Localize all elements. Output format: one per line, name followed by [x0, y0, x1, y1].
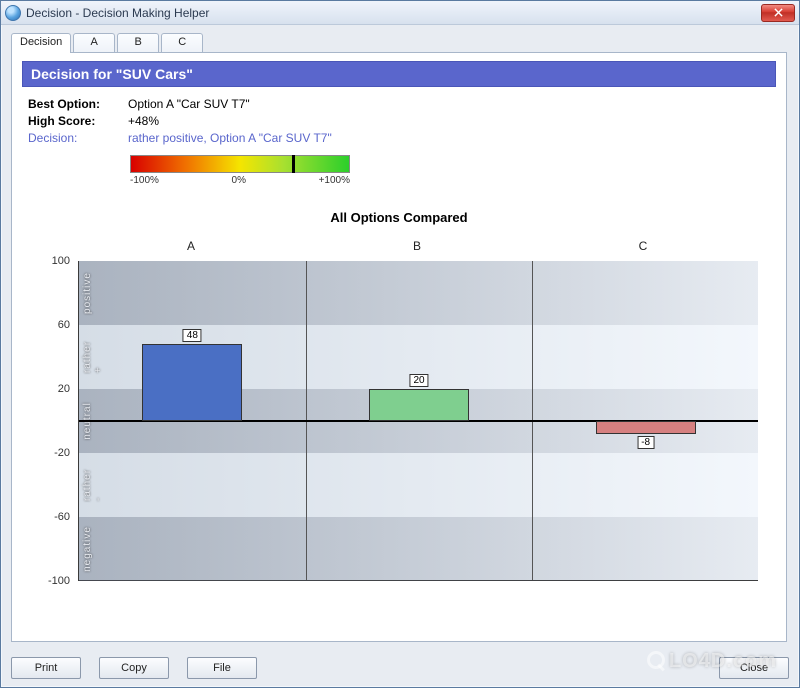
high-score-value: +48%	[128, 114, 770, 128]
client-area: Decision A B C Decision for "SUV Cars" B…	[1, 25, 799, 652]
chart-zone: negative	[79, 517, 758, 581]
y-tick-label: -20	[54, 447, 70, 459]
window-close-button[interactable]	[761, 4, 795, 22]
bar-value-label: 48	[183, 329, 202, 342]
bar-value-label: 20	[409, 374, 428, 387]
gradient-min: -100%	[130, 175, 159, 186]
chart-column-labels: A B C	[78, 239, 758, 253]
decision-value: rather positive, Option A "Car SUV T7"	[128, 131, 770, 145]
window-title: Decision - Decision Making Helper	[26, 6, 761, 20]
chart-title: All Options Compared	[22, 210, 776, 225]
titlebar: Decision - Decision Making Helper	[1, 1, 799, 25]
chart-zone: rather -	[79, 453, 758, 517]
gradient-labels: -100% 0% +100%	[130, 175, 350, 186]
col-label-c: C	[530, 239, 756, 253]
high-score-label: High Score:	[28, 114, 128, 128]
chart-bar	[369, 389, 469, 421]
chart-bar	[596, 421, 696, 434]
bottom-button-bar: Print Copy File Close	[11, 657, 789, 679]
tabpanel-decision: Decision for "SUV Cars" Best Option: Opt…	[11, 52, 787, 642]
app-window: Decision - Decision Making Helper Decisi…	[0, 0, 800, 688]
y-tick-label: 20	[58, 383, 70, 395]
file-button[interactable]: File	[187, 657, 257, 679]
zone-label: rather +	[82, 341, 104, 373]
best-option-label: Best Option:	[28, 97, 128, 111]
close-button[interactable]: Close	[719, 657, 789, 679]
zone-label: rather -	[82, 469, 104, 501]
close-icon	[774, 8, 783, 17]
y-tick-label: 60	[58, 319, 70, 331]
bar-value-label: -8	[637, 436, 654, 449]
tab-b[interactable]: B	[117, 33, 159, 53]
tab-c[interactable]: C	[161, 33, 203, 53]
gradient-max: +100%	[319, 175, 350, 186]
y-tick-label: 100	[52, 255, 70, 267]
gradient-bar	[130, 155, 350, 173]
print-button[interactable]: Print	[11, 657, 81, 679]
col-label-b: B	[304, 239, 530, 253]
chart-zone: positive	[79, 261, 758, 325]
tab-a[interactable]: A	[73, 33, 115, 53]
decision-header: Decision for "SUV Cars"	[22, 61, 776, 87]
score-gradient-scale: -100% 0% +100%	[130, 155, 350, 186]
tabstrip: Decision A B C	[11, 33, 789, 53]
app-icon	[5, 5, 21, 21]
zone-label: negative	[82, 526, 93, 572]
decision-label: Decision:	[28, 131, 128, 145]
tab-decision[interactable]: Decision	[11, 33, 71, 53]
best-option-value: Option A "Car SUV T7"	[128, 97, 770, 111]
summary-block: Best Option: Option A "Car SUV T7" High …	[28, 97, 770, 145]
chart-plot: positiverather +neutralrather -negative4…	[78, 261, 758, 581]
y-tick-label: -100	[48, 575, 70, 587]
copy-button[interactable]: Copy	[99, 657, 169, 679]
zone-label: positive	[82, 272, 93, 314]
chart-bar	[142, 344, 242, 421]
col-label-a: A	[78, 239, 304, 253]
gradient-marker	[292, 155, 295, 173]
chart-y-ticks: 1006020-20-60-100	[32, 261, 76, 581]
gradient-mid: 0%	[232, 175, 246, 186]
y-tick-label: -60	[54, 511, 70, 523]
chart-area: A B C 100 60 20 -20 -60 -100 positive rather +…	[32, 231, 768, 591]
